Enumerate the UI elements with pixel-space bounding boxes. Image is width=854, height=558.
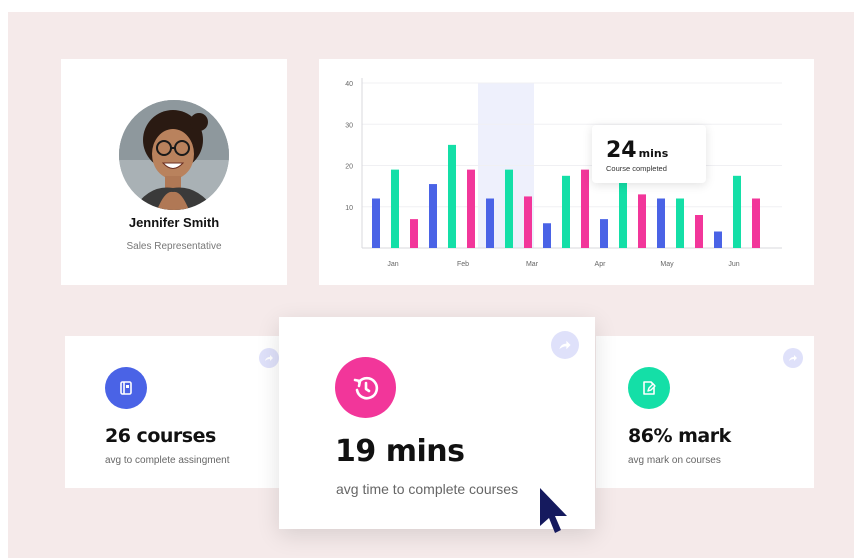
chart-bar-blue xyxy=(372,198,380,248)
chart-bar-green xyxy=(505,169,513,248)
stat-value: 26 courses xyxy=(105,425,216,447)
chart-bar-blue xyxy=(429,184,437,248)
stat-card-courses[interactable]: 26 courses avg to complete assingment xyxy=(65,336,287,488)
chart-bar-green xyxy=(562,175,570,248)
tooltip-label: Course completed xyxy=(606,164,667,173)
share-button[interactable] xyxy=(551,331,579,359)
chart-bar-pink xyxy=(581,169,589,248)
stat-value: 86% mark xyxy=(628,425,731,447)
chart-card: 10 20 30 40 Jan Feb Mar Apr May Jun 24 mins Course… xyxy=(319,59,814,285)
chart-bar-green xyxy=(448,144,456,248)
chart-bar-blue xyxy=(714,231,722,248)
profile-card: Jennifer Smith Sales Representative xyxy=(61,59,287,285)
chart-bar-blue xyxy=(543,223,551,248)
chart-y-tick-label: 10 xyxy=(345,205,353,212)
profile-name: Jennifer Smith xyxy=(128,215,220,230)
clock-refresh-icon xyxy=(335,357,396,418)
chart-bar-pink xyxy=(467,169,475,248)
chart-y-tick-label: 40 xyxy=(345,81,353,88)
edit-document-icon xyxy=(628,367,670,409)
chart-bar-pink xyxy=(695,215,703,248)
chart-x-tick-label: May xyxy=(660,261,674,268)
chart-x-tick-label: Jun xyxy=(728,261,739,268)
chart-x-tick-label: Feb xyxy=(457,261,469,268)
chart-bar-blue xyxy=(486,198,494,248)
mouse-cursor-icon xyxy=(537,486,571,541)
chart-x-tick-label: Apr xyxy=(595,261,607,268)
tooltip-value: 24 mins xyxy=(606,138,669,163)
chart-bar-blue xyxy=(600,219,608,248)
chart-bar-pink xyxy=(410,219,418,248)
stat-label: avg time to complete courses xyxy=(336,481,519,497)
chart-x-tick-label: Jan xyxy=(387,261,398,268)
chart-y-tick-label: 30 xyxy=(345,122,353,129)
bar-chart: 10 20 30 40 Jan Feb Mar Apr May Jun xyxy=(345,78,782,268)
stat-label: avg to complete assingment xyxy=(105,455,230,466)
chart-bar-green xyxy=(676,198,684,248)
book-icon xyxy=(105,367,147,409)
chart-y-tick-label: 20 xyxy=(345,164,353,171)
share-arrow-icon xyxy=(789,355,797,361)
share-arrow-icon xyxy=(265,355,273,361)
chart-bar-pink xyxy=(638,194,646,248)
stat-label: avg mark on courses xyxy=(628,455,721,466)
share-arrow-icon xyxy=(559,340,571,350)
avatar xyxy=(119,100,229,210)
chart-tooltip: 24 mins Course completed xyxy=(592,125,706,183)
stat-value: 19 mins xyxy=(335,434,465,469)
chart-x-tick-label: Mar xyxy=(526,261,539,268)
profile-role: Sales Representative xyxy=(126,241,222,252)
tooltip-unit: mins xyxy=(638,147,669,160)
chart-bar-pink xyxy=(752,198,760,248)
share-button[interactable] xyxy=(783,348,803,368)
share-button[interactable] xyxy=(259,348,279,368)
chart-bar-blue xyxy=(657,198,665,248)
chart-bar-pink xyxy=(524,196,532,248)
chart-bar-green xyxy=(733,175,741,248)
stat-card-mark[interactable]: 86% mark avg mark on courses xyxy=(596,336,814,488)
chart-bar-green xyxy=(391,169,399,248)
